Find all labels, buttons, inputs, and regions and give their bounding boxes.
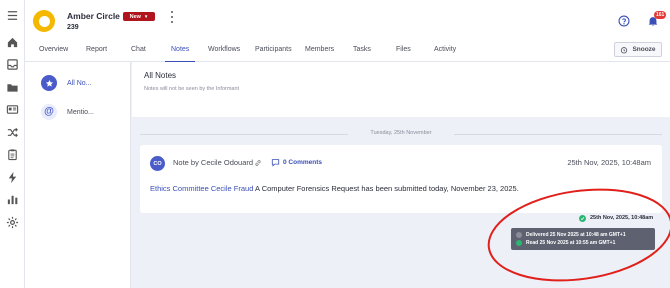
case-title: Amber Circle: [67, 11, 120, 21]
sidebar-item-all-notes[interactable]: All No...: [41, 74, 92, 92]
delivery-time: 25th Nov, 2025, 10:48am: [590, 215, 654, 221]
note-timestamp: 25th Nov, 2025, 10:48am: [567, 158, 651, 167]
read-text: Read 25 Nov 2025 at 10:55 am GMT+1: [526, 240, 616, 246]
id-card-icon[interactable]: [6, 103, 19, 116]
settings-icon[interactable]: [6, 216, 19, 229]
tab-tasks[interactable]: Tasks: [353, 43, 371, 62]
delivery-status[interactable]: 25th Nov, 2025, 10:48am: [579, 213, 653, 223]
read-check-icon: [516, 240, 522, 246]
note-text: A Computer Forensics Request has been su…: [253, 184, 519, 193]
mention-link[interactable]: Ethics Committee Cecile Fraud: [150, 184, 253, 193]
snooze-label: Snooze: [632, 46, 656, 53]
bar-chart-icon[interactable]: [6, 193, 19, 206]
notification-count-badge: 161: [654, 11, 667, 19]
note-card: CO Note by Cecile Odouard 0 Comments 25t…: [140, 145, 662, 213]
delivered-line: Delivered 25 Nov 2025 at 10:48 am GMT+1: [516, 231, 650, 239]
status-label: New: [129, 13, 141, 20]
author-avatar: CO: [150, 156, 165, 171]
link-icon[interactable]: [254, 159, 262, 167]
tab-files[interactable]: Files: [396, 43, 411, 62]
delivered-text: Delivered 25 Nov 2025 at 10:48 am GMT+1: [526, 232, 626, 238]
case-avatar: [33, 10, 55, 32]
tab-workflows[interactable]: Workflows: [208, 43, 240, 62]
menu-icon[interactable]: [6, 9, 19, 22]
notes-sidebar: All No... @ Mentio...: [25, 62, 131, 288]
caret-down-icon: ▼: [143, 14, 149, 19]
delivery-tooltip: Delivered 25 Nov 2025 at 10:48 am GMT+1 …: [511, 228, 655, 250]
page-title: All Notes: [144, 71, 177, 80]
bolt-icon[interactable]: [6, 171, 19, 184]
notes-header: All Notes Notes will not be seen by the …: [132, 62, 670, 117]
inbox-icon[interactable]: [6, 58, 19, 71]
case-id: 239: [67, 24, 79, 31]
comment-icon[interactable]: [271, 158, 280, 167]
date-divider: Tuesday, 25th November: [140, 130, 662, 138]
at-icon: @: [41, 104, 57, 120]
shuffle-icon[interactable]: [6, 126, 19, 139]
note-author: Note by Cecile Odouard: [173, 158, 254, 167]
tab-members[interactable]: Members: [305, 43, 334, 62]
clipboard-icon[interactable]: [6, 148, 19, 161]
sidebar-item-mentions[interactable]: @ Mentio...: [41, 103, 94, 121]
folder-icon[interactable]: [6, 81, 19, 94]
status-dropdown[interactable]: New ▼: [123, 12, 155, 21]
case-tabs: Overview Report Chat Notes Workflows Par…: [25, 43, 670, 62]
case-header: Amber Circle 239 New ▼ 161 Overview Repo…: [25, 0, 670, 62]
tab-chat[interactable]: Chat: [131, 43, 146, 62]
sidebar-item-label: All No...: [67, 79, 92, 87]
snooze-button[interactable]: Snooze: [614, 42, 662, 57]
tab-notes[interactable]: Notes: [164, 43, 196, 62]
left-rail: [0, 0, 25, 288]
check-icon: [579, 214, 586, 222]
sidebar-item-label: Mentio...: [67, 108, 94, 116]
tab-report[interactable]: Report: [86, 43, 107, 62]
help-icon[interactable]: [618, 15, 630, 27]
tab-activity[interactable]: Activity: [434, 43, 456, 62]
tab-participants[interactable]: Participants: [255, 43, 292, 62]
delivered-icon: [516, 232, 522, 238]
date-divider-label: Tuesday, 25th November: [370, 130, 432, 136]
read-line: Read 25 Nov 2025 at 10:55 am GMT+1: [516, 239, 650, 247]
note-body: Ethics Committee Cecile Fraud A Computer…: [150, 184, 519, 193]
tab-overview[interactable]: Overview: [39, 43, 68, 62]
home-icon[interactable]: [6, 36, 19, 49]
comments-link[interactable]: 0 Comments: [283, 159, 322, 166]
star-icon: [41, 75, 57, 91]
more-options-icon[interactable]: [169, 11, 175, 23]
alarm-clock-icon: [621, 46, 628, 53]
page-subtitle: Notes will not be seen by the Informant: [144, 86, 240, 92]
